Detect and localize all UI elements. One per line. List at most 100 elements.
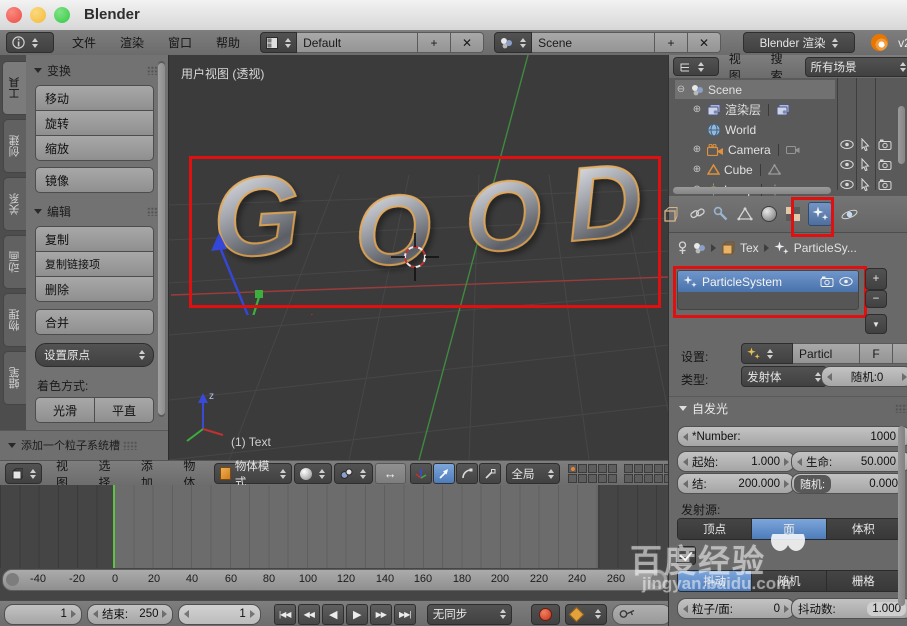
scale-button[interactable]: 缩放 (35, 135, 154, 161)
tab-relations[interactable]: 关系 (3, 177, 26, 231)
expand-icon[interactable]: ⊕ (691, 164, 703, 175)
visibility-toggle[interactable] (840, 160, 854, 169)
pin-icon[interactable] (677, 241, 688, 255)
jitter-amount-field[interactable]: 抖动数: 1.000 (791, 598, 907, 619)
tab-create[interactable]: 创建 (3, 119, 26, 173)
tab-modifiers[interactable] (710, 203, 732, 225)
tab-object[interactable] (659, 203, 681, 225)
distribution-jittered-button[interactable]: 抖动 (678, 571, 752, 591)
emission-panel-header[interactable]: 自发光 (669, 396, 907, 419)
close-window-button[interactable] (6, 7, 22, 23)
orientation-dropdown[interactable]: 全局 (506, 463, 560, 484)
scene-delete-button[interactable]: ✕ (688, 32, 721, 53)
frame-end-field[interactable]: 结: 200.000 (677, 473, 795, 494)
outliner-row-world[interactable]: World (707, 120, 756, 139)
tab-grease-pencil[interactable]: 蜡笔 (3, 351, 26, 405)
selectability-toggle[interactable] (860, 158, 870, 171)
visibility-toggle[interactable] (840, 140, 854, 149)
menu-render[interactable]: 渲染 (108, 34, 156, 51)
lifetime-random-field[interactable]: 随机: 0.000 (791, 473, 905, 494)
rotate-manipulator-button[interactable] (456, 463, 478, 484)
lifetime-field[interactable]: 生命: 50.000 (791, 451, 907, 472)
jump-to-start-button[interactable]: |◀◀ (274, 604, 296, 625)
expand-icon[interactable]: ⊕ (691, 104, 703, 115)
transform-panel-header[interactable]: 变换 (26, 55, 168, 83)
tab-object-data[interactable] (734, 203, 756, 225)
number-field[interactable]: *Number: 1000 (677, 426, 907, 447)
record-button[interactable] (531, 604, 560, 625)
tab-tools[interactable]: 工具 (2, 61, 27, 115)
join-button[interactable]: 合并 (35, 309, 154, 335)
object-cube-icon[interactable] (721, 241, 735, 255)
renderability-toggle[interactable] (878, 179, 892, 190)
tab-physics[interactable]: 物理 (3, 293, 26, 347)
set-origin-dropdown[interactable]: 设置原点 (35, 343, 154, 367)
emit-faces-button[interactable]: 面 (752, 519, 826, 539)
layers-widget-2[interactable] (624, 464, 673, 483)
settings-browse-button[interactable] (741, 343, 793, 364)
timeline[interactable]: -40 -20 0 20 40 60 80 100 120 140 160 18… (0, 485, 668, 600)
renderability-toggle[interactable] (878, 139, 892, 150)
viewport-3d[interactable]: 用户视图 (透视) G O O D (168, 55, 669, 460)
fake-user-button[interactable]: F (860, 343, 893, 364)
scene-add-button[interactable]: + (655, 32, 688, 53)
layout-browse-button[interactable] (260, 32, 297, 53)
delete-button[interactable]: 删除 (35, 276, 154, 302)
menu-help[interactable]: 帮助 (204, 34, 252, 51)
playhead[interactable] (113, 485, 115, 568)
translate-manipulator-button[interactable] (433, 463, 455, 484)
play-reverse-button[interactable]: ◀ (322, 604, 344, 625)
outliner-row-cube[interactable]: ⊕ Cube (691, 160, 781, 179)
scene-name-field[interactable]: Scene (532, 32, 655, 53)
mirror-button[interactable]: 镜像 (35, 167, 154, 193)
outliner-row-scene[interactable]: ⊖ Scene (675, 80, 835, 99)
layers-widget-1[interactable] (568, 464, 617, 483)
frame-start-field[interactable]: 起始: 1.000 (677, 451, 795, 472)
maximize-window-button[interactable] (54, 7, 70, 23)
expand-icon[interactable]: ⊕ (691, 144, 703, 155)
scene-browse-button[interactable] (494, 32, 532, 53)
shade-smooth-button[interactable]: 光滑 (35, 397, 95, 423)
rotate-button[interactable]: 旋转 (35, 110, 154, 136)
manipulator-axes-button[interactable] (410, 463, 432, 484)
collapse-icon[interactable]: ⊖ (675, 84, 687, 95)
settings-add-button[interactable]: + (893, 343, 907, 364)
tool-shelf-scrollbar[interactable] (158, 61, 165, 417)
layout-add-button[interactable]: + (418, 32, 451, 53)
tab-physics[interactable] (838, 203, 860, 225)
duplicate-linked-button[interactable]: 复制链接项 (35, 251, 154, 277)
duplicate-button[interactable]: 复制 (35, 226, 154, 252)
next-keyframe-button[interactable]: ▶▶ (370, 604, 392, 625)
renderability-toggle[interactable] (878, 159, 892, 170)
shade-flat-button[interactable]: 平直 (94, 397, 154, 423)
distribution-grid-button[interactable]: 栅格 (827, 571, 900, 591)
seed-field[interactable]: 随机:0 (821, 366, 907, 387)
operator-panel-header[interactable]: 添加一个粒子系统槽 (0, 431, 168, 453)
breadcrumb-particles-name[interactable]: ParticleSy... (794, 241, 857, 255)
outliner-row-camera[interactable]: ⊕ Camera (691, 140, 800, 159)
outliner-filter-dropdown[interactable]: 所有场景 (805, 57, 907, 77)
start-frame-field[interactable]: 1 (4, 604, 82, 625)
layout-delete-button[interactable]: ✕ (451, 32, 484, 53)
scale-manipulator-button[interactable] (479, 463, 501, 484)
edit-panel-header[interactable]: 编辑 (26, 193, 168, 224)
end-frame-field[interactable]: 结束: 250 (87, 604, 174, 625)
breadcrumb-object-name[interactable]: Tex (740, 241, 759, 255)
outliner-editor-selector[interactable] (673, 57, 719, 76)
tab-material[interactable] (758, 203, 780, 225)
timeline-scrollbar[interactable]: -40 -20 0 20 40 60 80 100 120 140 160 18… (2, 569, 668, 591)
keying-set-dropdown[interactable] (565, 604, 607, 625)
outliner-vscrollbar[interactable] (898, 106, 905, 164)
previous-keyframe-button[interactable]: ◀◀ (298, 604, 320, 625)
slot-specials-button[interactable]: ▼ (865, 314, 887, 334)
use-modifier-stack-checkbox[interactable] (677, 546, 696, 565)
move-button[interactable]: 移动 (35, 85, 154, 111)
type-dropdown[interactable]: 发射体 (741, 366, 827, 387)
mode-dropdown[interactable]: 物体模式 (214, 463, 292, 484)
editor-type-selector[interactable] (6, 32, 54, 53)
pivot-dropdown[interactable] (334, 463, 373, 484)
tab-constraints[interactable] (686, 203, 708, 225)
viewport-editor-selector[interactable] (5, 463, 42, 484)
slot-remove-button[interactable]: − (865, 290, 887, 308)
selectability-toggle[interactable] (860, 138, 870, 151)
